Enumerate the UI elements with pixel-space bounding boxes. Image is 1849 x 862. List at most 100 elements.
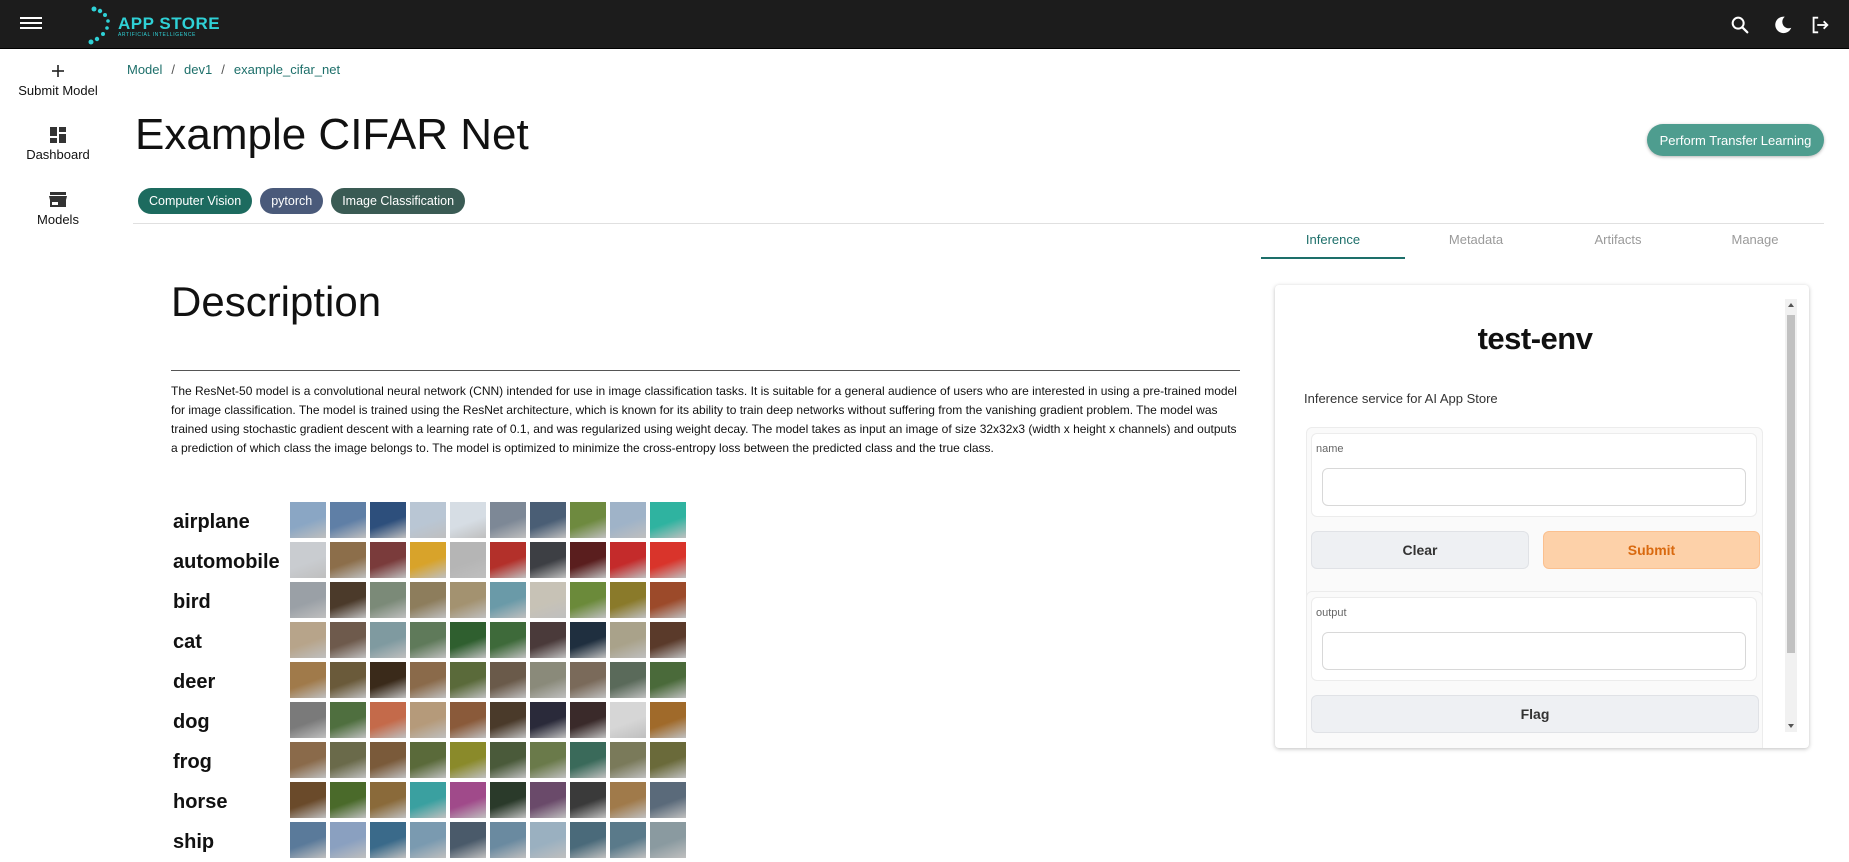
tab-manage[interactable]: Manage: [1683, 229, 1827, 257]
dark-mode-icon[interactable]: [1772, 14, 1794, 36]
cifar-thumbnail: [330, 542, 366, 578]
cifar-thumbnail: [370, 702, 406, 738]
cifar-thumbnail: [290, 582, 326, 618]
cifar-thumbnail: [450, 742, 486, 778]
cifar-thumbnail: [450, 702, 486, 738]
cifar-thumbnail: [610, 582, 646, 618]
search-icon[interactable]: [1729, 14, 1751, 36]
cifar-thumbnail: [610, 502, 646, 538]
cifar-image-row: [290, 822, 686, 858]
cifar-thumbnail: [650, 582, 686, 618]
class-label-cat: cat: [173, 631, 202, 653]
page-title: Example CIFAR Net: [135, 110, 529, 159]
perform-transfer-learning-button[interactable]: Perform Transfer Learning: [1647, 124, 1824, 156]
cifar-thumbnail: [610, 822, 646, 858]
cifar-image-row: [290, 782, 686, 818]
cifar-thumbnail: [650, 502, 686, 538]
class-label-bird: bird: [173, 591, 211, 613]
breadcrumb-dev1[interactable]: dev1: [184, 62, 212, 77]
cifar-thumbnail: [370, 582, 406, 618]
cifar-thumbnail: [410, 582, 446, 618]
output-textbox[interactable]: [1322, 632, 1746, 670]
cifar-thumbnail: [570, 582, 606, 618]
cifar-thumbnail: [570, 502, 606, 538]
cifar-thumbnail: [530, 782, 566, 818]
class-label-deer: deer: [173, 671, 216, 693]
cifar-thumbnail: [290, 542, 326, 578]
tab-metadata[interactable]: Metadata: [1404, 229, 1548, 257]
name-input[interactable]: [1322, 468, 1746, 506]
cifar-thumbnail: [330, 582, 366, 618]
inference-panel: test-env Inference service for AI App St…: [1275, 285, 1809, 748]
class-label-horse: horse: [173, 791, 228, 813]
breadcrumb-example-cifar-net[interactable]: example_cifar_net: [234, 62, 340, 77]
class-label-airplane: airplane: [173, 511, 250, 533]
cifar-thumbnail: [650, 622, 686, 658]
tab-artifacts[interactable]: Artifacts: [1546, 229, 1690, 257]
cifar-thumbnail: [410, 822, 446, 858]
cifar-thumbnail: [290, 662, 326, 698]
divider: [133, 223, 1824, 224]
flag-button[interactable]: Flag: [1311, 695, 1759, 733]
cifar-thumbnail: [330, 822, 366, 858]
cifar-thumbnail: [610, 782, 646, 818]
cifar-thumbnail: [290, 622, 326, 658]
plus-icon: [52, 65, 64, 77]
description-text: The ResNet-50 model is a convolutional n…: [171, 384, 1237, 455]
sidebar-item-dashboard[interactable]: Dashboard: [12, 124, 104, 162]
cifar-thumbnail: [570, 622, 606, 658]
cifar-thumbnail: [410, 502, 446, 538]
cifar-thumbnail: [330, 502, 366, 538]
cifar-thumbnail: [330, 742, 366, 778]
cifar-thumbnail: [570, 702, 606, 738]
store-icon: [49, 192, 67, 207]
cifar-thumbnail: [650, 742, 686, 778]
cifar-thumbnail: [490, 782, 526, 818]
menu-icon[interactable]: [20, 14, 42, 34]
cifar-image-row: [290, 742, 686, 778]
panel-scrollbar[interactable]: [1785, 299, 1797, 732]
dashboard-icon: [50, 127, 66, 143]
description-divider: [171, 370, 1240, 371]
submit-button[interactable]: Submit: [1543, 531, 1760, 569]
cifar-thumbnail: [650, 542, 686, 578]
cifar-class-labels: airplane automobile bird cat deer dog fr…: [173, 502, 280, 862]
app-name: APP STORE: [118, 14, 221, 33]
cifar-thumbnail: [490, 702, 526, 738]
cifar-thumbnail: [290, 702, 326, 738]
top-app-bar: APP STORE ARTIFICIAL INTELLIGENCE: [0, 0, 1849, 49]
logout-icon[interactable]: [1809, 14, 1831, 36]
cifar-thumbnail: [570, 662, 606, 698]
class-label-dog: dog: [173, 711, 210, 733]
cifar-thumbnail: [370, 502, 406, 538]
cifar-thumbnail: [570, 542, 606, 578]
sidebar-item-models[interactable]: Models: [12, 189, 104, 227]
logo-mark-icon: [88, 6, 110, 45]
output-field-label: output: [1316, 607, 1347, 619]
breadcrumb-model[interactable]: Model: [127, 62, 162, 77]
tag-computer-vision[interactable]: Computer Vision: [138, 188, 253, 214]
cifar-thumbnail: [490, 742, 526, 778]
cifar-thumbnail: [450, 542, 486, 578]
tag-pytorch[interactable]: pytorch: [260, 188, 324, 214]
cifar-thumbnail: [290, 502, 326, 538]
clear-button[interactable]: Clear: [1311, 531, 1529, 569]
cifar-thumbnail: [610, 622, 646, 658]
cifar-thumbnail: [650, 662, 686, 698]
cifar-thumbnail: [450, 662, 486, 698]
cifar-thumbnail: [370, 622, 406, 658]
cifar-image-row: [290, 622, 686, 658]
cifar-image-row: [290, 582, 686, 618]
cifar-thumbnail: [610, 742, 646, 778]
cifar-thumbnail: [290, 782, 326, 818]
tab-inference[interactable]: Inference: [1261, 229, 1405, 259]
cifar-thumbnail: [450, 782, 486, 818]
cifar-thumbnail: [570, 742, 606, 778]
sidebar-item-submit-model[interactable]: Submit Model: [12, 60, 104, 98]
tag-image-classification[interactable]: Image Classification: [331, 188, 466, 214]
cifar-thumbnail: [410, 782, 446, 818]
cifar-thumbnail: [610, 542, 646, 578]
cifar-thumbnail: [410, 702, 446, 738]
cifar-thumbnail: [370, 542, 406, 578]
tag-list: Computer Vision pytorch Image Classifica…: [138, 188, 466, 214]
